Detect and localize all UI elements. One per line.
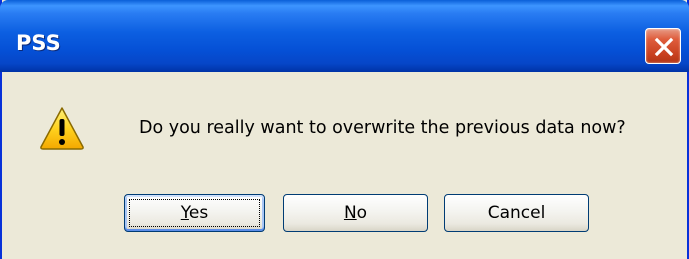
yes-mnemonic: Y bbox=[180, 203, 189, 223]
close-button[interactable] bbox=[645, 28, 681, 64]
yes-button-label: Yes bbox=[181, 203, 208, 223]
close-icon bbox=[654, 37, 674, 57]
dialog-message: Do you really want to overwrite the prev… bbox=[139, 118, 626, 138]
title-bar[interactable]: PSS bbox=[0, 0, 689, 72]
window-title: PSS bbox=[16, 31, 61, 55]
no-mnemonic: N bbox=[343, 203, 357, 223]
dialog-body: Do you really want to overwrite the prev… bbox=[2, 72, 687, 259]
no-label-rest: o bbox=[356, 203, 368, 223]
cancel-button[interactable]: Cancel bbox=[444, 194, 589, 232]
cancel-button-label: Cancel bbox=[487, 203, 546, 223]
no-button-label: No bbox=[344, 203, 367, 223]
no-button[interactable]: No bbox=[283, 194, 428, 232]
yes-button[interactable]: Yes bbox=[124, 194, 265, 232]
yes-label-rest: es bbox=[188, 203, 209, 223]
dialog-window: PSS Do you really want to overwrite the … bbox=[0, 0, 689, 259]
warning-icon bbox=[40, 107, 84, 150]
